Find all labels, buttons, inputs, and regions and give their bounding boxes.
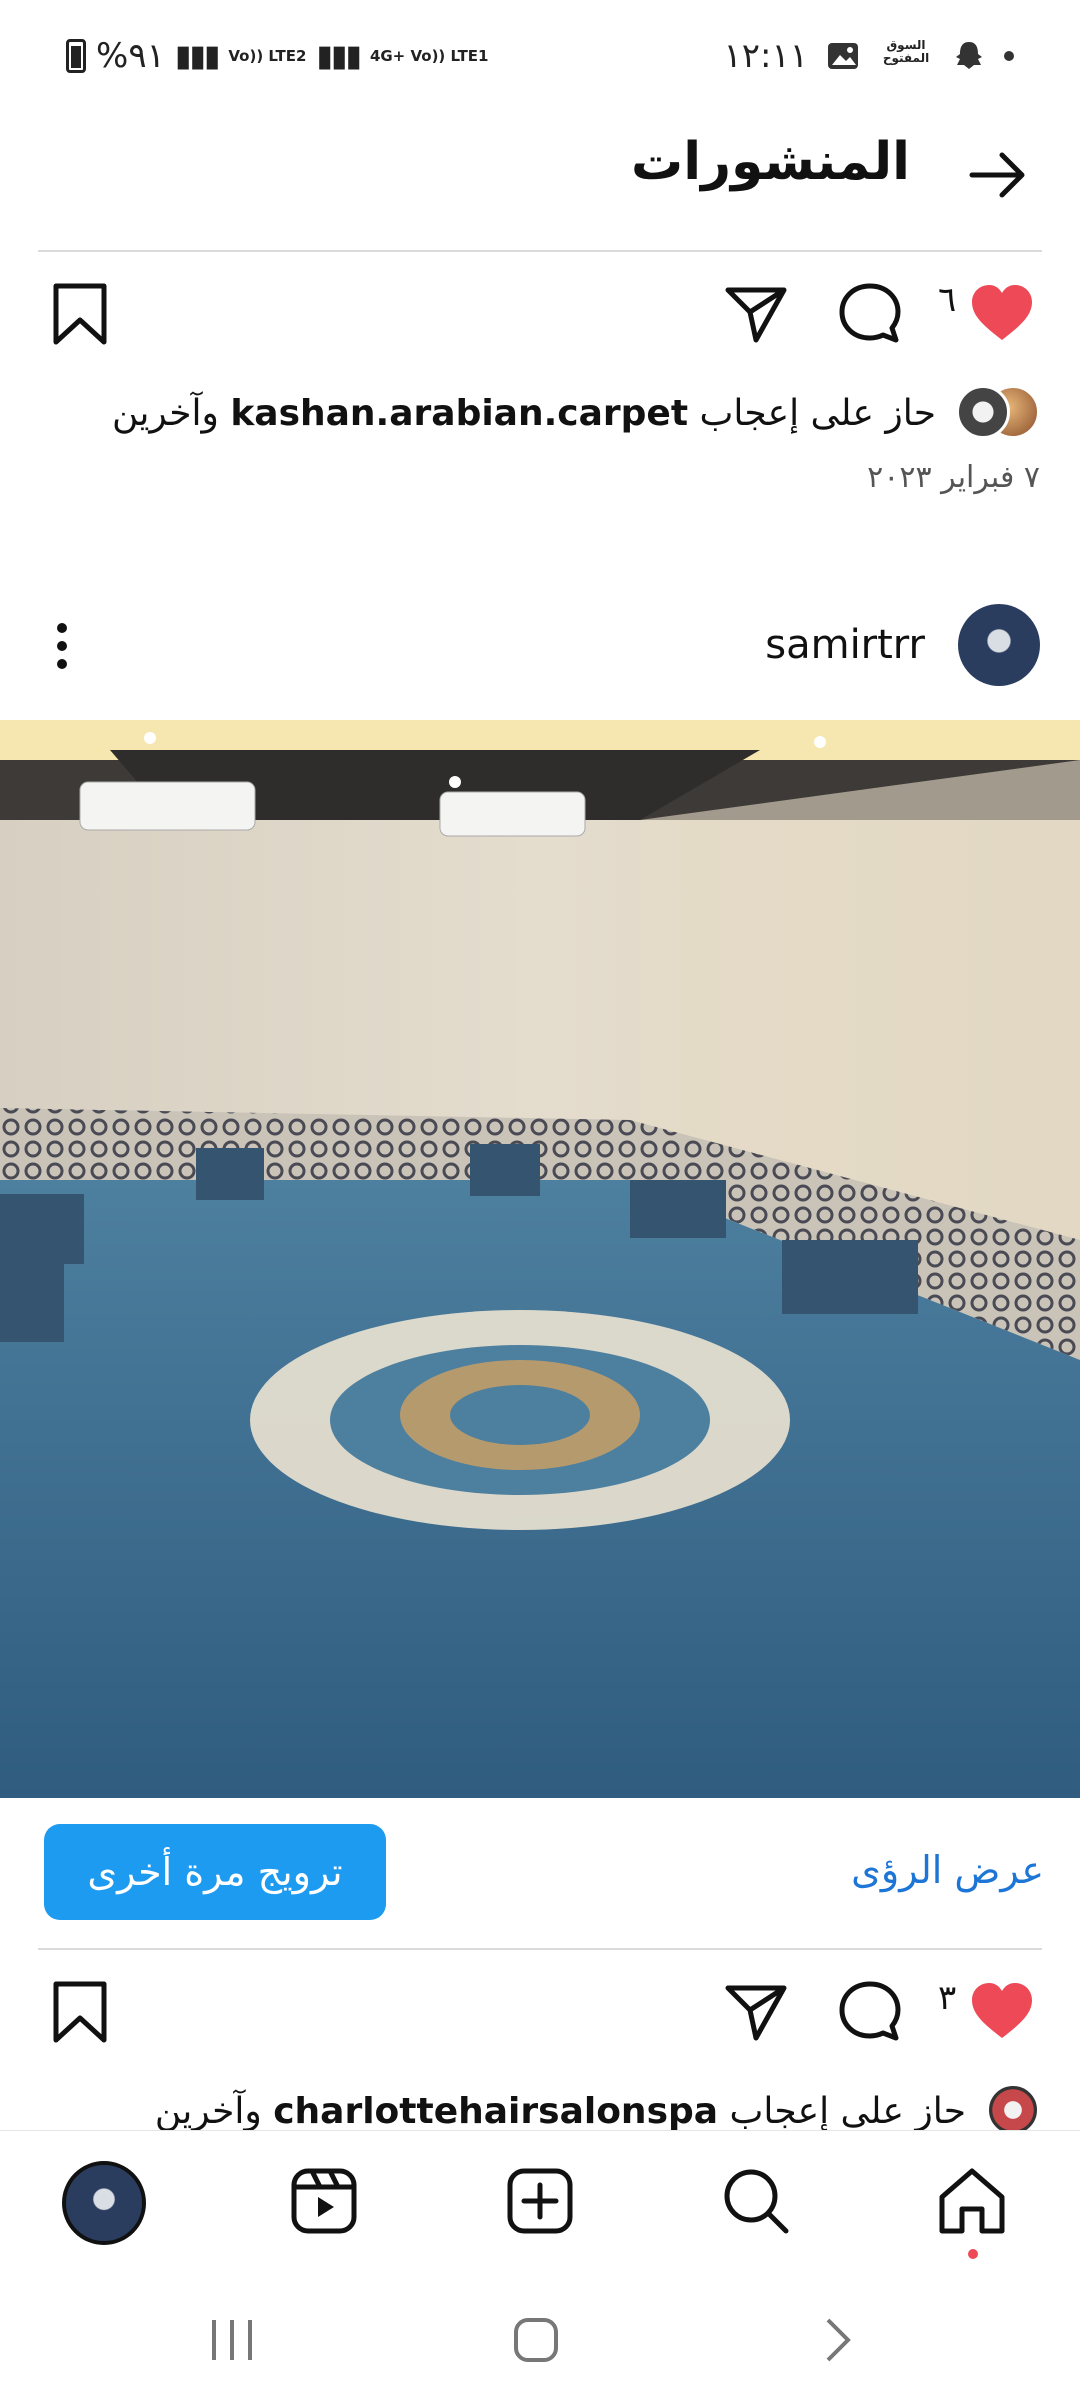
divider [38, 1948, 1042, 1950]
post-header: samirtrr [0, 600, 1080, 690]
like-count[interactable]: ٦ [938, 280, 956, 320]
liker-avatars [950, 385, 1040, 441]
network-type: Vo)) LTE2 [228, 47, 307, 65]
likes-prefix: حاز على إعجاب [699, 392, 936, 434]
paper-plane-icon[interactable] [720, 278, 792, 350]
post-actions: ٣ [0, 1962, 1080, 2062]
liked-by-username[interactable]: charlottehairsalonspa [273, 2091, 718, 2132]
bottom-nav [0, 2130, 1080, 2270]
system-nav-bar [0, 2270, 1080, 2400]
recent-apps-icon[interactable] [202, 2310, 262, 2370]
post-cta-row: ترويج مرة أخرى عرض الرؤى [0, 1798, 1080, 1948]
avatar [956, 385, 1010, 439]
comment-bubble-icon[interactable] [834, 278, 906, 350]
signal-icon: ▮▮▮ [174, 38, 221, 74]
market-app-icon: السوق المفتوح [882, 38, 930, 65]
status-right: ١٢:١١ السوق المفتوح [723, 36, 1014, 76]
network-type: 4G+ Vo)) LTE1 [369, 47, 489, 65]
divider [38, 250, 1042, 252]
notification-dot [1004, 51, 1014, 61]
avatar [986, 2083, 1040, 2137]
promote-again-button[interactable]: ترويج مرة أخرى [44, 1824, 386, 1920]
nav-profile[interactable] [62, 2161, 146, 2245]
battery-icon [66, 39, 86, 73]
prev-post-actions: ٦ [0, 264, 1080, 364]
kebab-icon[interactable] [50, 620, 74, 672]
gallery-icon [828, 43, 858, 69]
status-bar: %٩١ ▮▮▮ Vo)) LTE2 ▮▮▮ 4G+ Vo)) LTE1 ١٢:١… [0, 0, 1080, 120]
reels-icon[interactable] [284, 2161, 364, 2241]
post-image[interactable] [0, 720, 1080, 1798]
likes-text: حاز على إعجاب charlottehairsalonspa وآخر… [155, 2091, 966, 2132]
likes-suffix: وآخرين [154, 2090, 262, 2132]
like-count[interactable]: ٣ [938, 1978, 956, 2018]
likes-text: حاز على إعجاب kashan.arabian.carpet وآخر… [112, 393, 936, 434]
home-icon[interactable] [932, 2161, 1012, 2241]
create-icon[interactable] [500, 2161, 580, 2241]
snapchat-icon [956, 42, 982, 69]
view-insights-link[interactable]: عرض الرؤى [851, 1848, 1044, 1892]
heart-filled-icon[interactable] [966, 278, 1038, 350]
avatar[interactable] [958, 604, 1040, 686]
bookmark-icon[interactable] [44, 278, 116, 350]
post-username[interactable]: samirtrr [765, 622, 925, 668]
likes-prefix: حاز على إعجاب [729, 2090, 966, 2132]
back-button-icon[interactable] [808, 2310, 868, 2370]
notification-dot [968, 2249, 978, 2259]
home-button-icon[interactable] [506, 2310, 566, 2370]
page-title: المنشورات [631, 132, 910, 192]
battery-level: %٩١ [96, 36, 165, 76]
clock: ١٢:١١ [723, 36, 808, 76]
heart-filled-icon[interactable] [966, 1976, 1038, 2048]
liked-by-username[interactable]: kashan.arabian.carpet [230, 393, 688, 434]
post-date: ٧ فبراير ٢٠٢٣ [867, 460, 1040, 495]
header: المنشورات [0, 120, 1080, 250]
signal-icon: ▮▮▮ [316, 38, 362, 74]
likes-suffix: وآخرين [111, 392, 219, 434]
back-arrow-icon[interactable] [962, 140, 1032, 210]
search-icon[interactable] [716, 2161, 796, 2241]
bookmark-icon[interactable] [44, 1976, 116, 2048]
nav-home[interactable] [932, 2161, 1012, 2259]
comment-bubble-icon[interactable] [834, 1976, 906, 2048]
profile-avatar[interactable] [62, 2161, 146, 2245]
status-left: %٩١ ▮▮▮ Vo)) LTE2 ▮▮▮ 4G+ Vo)) LTE1 [66, 36, 489, 76]
paper-plane-icon[interactable] [720, 1976, 792, 2048]
likes-summary[interactable]: حاز على إعجاب kashan.arabian.carpet وآخر… [112, 378, 1040, 448]
